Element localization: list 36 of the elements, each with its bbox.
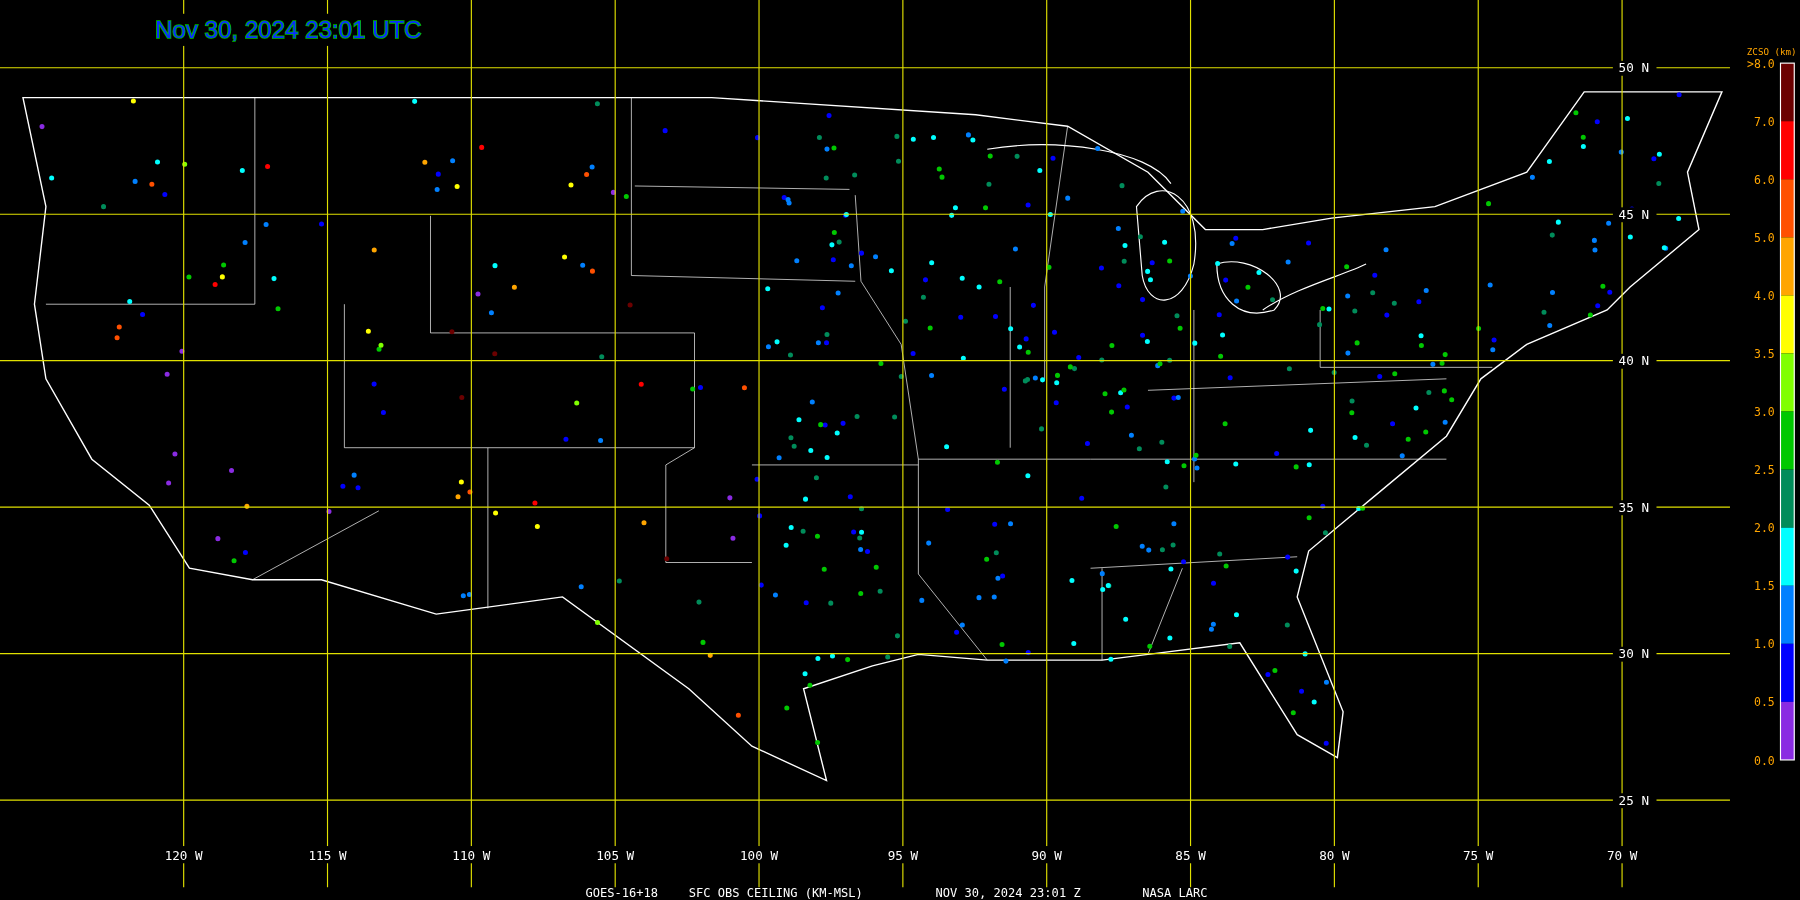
scale-label: 4.0 (1754, 289, 1775, 303)
scale-label: 0.5 (1754, 695, 1775, 710)
longitude-label: 75 W (1463, 847, 1494, 863)
footer-text: GOES-16+18 (585, 885, 658, 900)
scale-label: 1.0 (1754, 637, 1775, 652)
footer-text: NOV 30, 2024 23:01 Z (935, 885, 1081, 900)
scale-label: 7.0 (1754, 114, 1775, 129)
scale-label: 2.0 (1754, 521, 1775, 536)
scale-label: 2.5 (1754, 463, 1775, 478)
footer-text: SFC OBS CEILING (KM-MSL) (688, 885, 863, 900)
scale-label: 3.0 (1754, 405, 1775, 420)
footer-text: NASA LARC (1142, 885, 1208, 900)
longitude-label: 70 W (1606, 847, 1638, 863)
scale-label: 3.5 (1754, 347, 1775, 362)
longitude-label: 105 W (596, 847, 635, 863)
latitude-label: 50 N (1618, 60, 1649, 76)
legend-title: ZCSO (km) (1746, 46, 1797, 58)
longitude-label: 90 W (1031, 847, 1062, 863)
longitude-label: 80 W (1319, 847, 1350, 863)
scale-label: 5.0 (1754, 230, 1775, 245)
longitude-label: 95 W (887, 847, 919, 863)
map-title: Nov 30, 2024 23:01 UTC (154, 15, 422, 43)
longitude-label: 85 W (1175, 847, 1206, 863)
latitude-label: 25 N (1618, 792, 1649, 808)
latitude-label: 45 N (1618, 206, 1649, 222)
longitude-label: 115 W (308, 847, 347, 863)
longitude-label: 120 W (164, 847, 203, 863)
latitude-label: 35 N (1618, 499, 1649, 515)
scale-label: 6.0 (1754, 172, 1775, 187)
longitude-label: 100 W (740, 847, 778, 863)
longitude-label: 110 W (452, 847, 491, 863)
latitude-label: 30 N (1618, 646, 1649, 662)
latitude-label: 40 N (1618, 353, 1649, 369)
scale-label: 1.5 (1754, 579, 1775, 594)
scale-label: 0.0 (1754, 753, 1775, 768)
scale-label: >8.0 (1747, 56, 1775, 71)
